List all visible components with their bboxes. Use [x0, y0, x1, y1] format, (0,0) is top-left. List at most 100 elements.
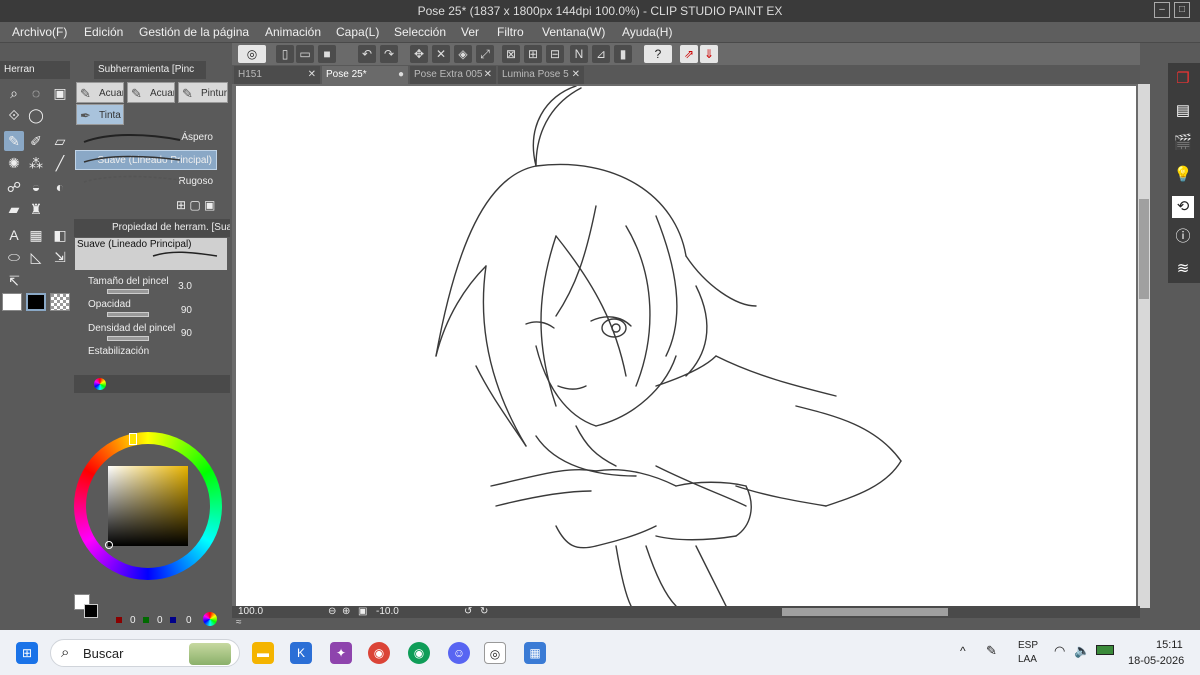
menu-filtro[interactable]: Filtro	[497, 25, 524, 39]
sync-icon[interactable]: ⟲	[1172, 196, 1194, 218]
zoom-in-icon[interactable]: ⊕	[342, 606, 350, 617]
maximize-button[interactable]: □	[1174, 2, 1190, 18]
menu-seleccion[interactable]: Selección	[394, 25, 446, 39]
color-picker-handle[interactable]	[105, 541, 113, 549]
frame-icon[interactable]: ▦	[26, 225, 46, 245]
chrome-profile-icon[interactable]: ◉	[368, 642, 390, 664]
menu-edicion[interactable]: Edición	[84, 25, 123, 39]
brush-size-value[interactable]: 3.0	[172, 281, 192, 292]
tab-h151[interactable]: H151 ✕	[234, 66, 320, 84]
clear-icon[interactable]: ✕	[432, 45, 450, 63]
vertical-scrollbar[interactable]	[1138, 84, 1150, 608]
clock-date[interactable]: 18-05-2026	[1128, 655, 1184, 667]
zoom-value[interactable]: 100.0	[238, 606, 263, 617]
copilot-icon[interactable]: ✦	[330, 642, 352, 664]
modified-dot-icon[interactable]: ●	[398, 66, 404, 84]
export-icon[interactable]: ⇓	[700, 45, 718, 63]
hue-handle[interactable]	[129, 433, 137, 445]
redo-icon[interactable]: ↷	[380, 45, 398, 63]
drawing-canvas[interactable]	[236, 86, 1136, 606]
ruler-icon[interactable]: ⊟	[546, 45, 564, 63]
rotate-left-icon[interactable]: ↺	[464, 606, 472, 617]
layer-move-icon[interactable]: ▣	[50, 83, 70, 103]
lasso-icon[interactable]: ◯	[26, 105, 46, 125]
krita-icon[interactable]: K	[290, 642, 312, 664]
language-bottom[interactable]: LAA	[1018, 654, 1037, 665]
windows-start-icon[interactable]: ⊞	[16, 642, 38, 664]
pen-icon[interactable]: ✎	[986, 643, 997, 659]
sub-color-indicator[interactable]	[84, 604, 98, 618]
rotate-right-icon[interactable]: ↻	[480, 606, 488, 617]
search-box[interactable]: ⌕ Buscar	[50, 639, 240, 667]
fill-icon[interactable]: ◈	[454, 45, 472, 63]
battery-icon[interactable]	[1096, 645, 1114, 655]
photos-icon[interactable]: ▦	[524, 642, 546, 664]
menu-gestion-pagina[interactable]: Gestión de la página	[139, 25, 249, 39]
zoom-out-icon[interactable]: ⊖	[328, 606, 336, 617]
menu-capa[interactable]: Capa(L)	[336, 25, 379, 39]
close-icon[interactable]: ✕	[572, 66, 580, 84]
tab-pose-25[interactable]: Pose 25* ●	[322, 66, 408, 84]
text-icon[interactable]: A	[4, 225, 24, 245]
wifi-icon[interactable]: ◠	[1054, 643, 1065, 659]
clip-studio-icon[interactable]: ◎	[238, 45, 266, 63]
operation-icon[interactable]: ⇲	[50, 247, 70, 267]
help-icon[interactable]: ?	[644, 45, 672, 63]
minimize-button[interactable]: –	[1154, 2, 1170, 18]
brush-size-slider[interactable]	[107, 289, 149, 294]
pen-tool-icon[interactable]: ✎	[4, 131, 24, 151]
gradient-icon[interactable]: ▰	[4, 199, 24, 219]
density-slider[interactable]	[107, 336, 149, 341]
decoration-icon[interactable]: ⁂	[26, 153, 46, 173]
density-value[interactable]: 90	[172, 328, 192, 339]
language-top[interactable]: ESP	[1018, 640, 1038, 651]
clip-studio-taskbar-icon[interactable]: ◎	[484, 642, 506, 664]
transform-icon[interactable]: ✥	[410, 45, 428, 63]
info-icon[interactable]: ⓘ	[1172, 226, 1194, 248]
ruler-tool-icon[interactable]: ◺	[26, 247, 46, 267]
collapse-icon[interactable]: ≈	[236, 617, 242, 628]
scroll-thumb[interactable]	[1139, 199, 1149, 299]
grid-icon[interactable]: ⊞	[524, 45, 542, 63]
airbrush-icon[interactable]: ✺	[4, 153, 24, 173]
subtool-actions[interactable]: ⊞ ▢ ▣	[176, 198, 215, 212]
menu-animacion[interactable]: Animación	[265, 25, 321, 39]
transparent-color-swatch[interactable]	[50, 293, 70, 311]
select-icon[interactable]: ⟐	[4, 105, 24, 125]
color-saturation-square[interactable]	[108, 466, 188, 546]
menu-ventana[interactable]: Ventana(W)	[542, 25, 605, 39]
discord-icon[interactable]: ☺	[448, 642, 470, 664]
layers-icon[interactable]: ≋	[1172, 258, 1194, 280]
brush-icon[interactable]: ╱	[50, 153, 70, 173]
expand-icon[interactable]: ⤢	[476, 45, 494, 63]
subtool-acuarela-2[interactable]: ✎ Acuar	[127, 82, 175, 103]
share-icon[interactable]: ⇗	[680, 45, 698, 63]
sub-color-swatch[interactable]	[26, 293, 46, 311]
snap-grid-icon[interactable]: ▮	[614, 45, 632, 63]
snap-ruler-icon[interactable]: N	[570, 45, 588, 63]
tab-pose-extra[interactable]: Pose Extra 005 ✕	[410, 66, 496, 84]
gradient-fill-icon[interactable]: ◧	[50, 225, 70, 245]
chevron-up-icon[interactable]: ^	[960, 644, 966, 658]
new-file-icon[interactable]: ▯	[276, 45, 294, 63]
color-mixer-icon[interactable]	[203, 612, 217, 626]
figure-icon[interactable]: ⬭	[4, 247, 24, 267]
opacity-slider[interactable]	[107, 312, 149, 317]
dropper-icon[interactable]: ◐	[50, 177, 70, 197]
fit-icon[interactable]: ▣	[358, 606, 367, 617]
fill-bucket-icon[interactable]: ◒	[26, 177, 46, 197]
layer-panel-icon[interactable]: ❐	[1172, 68, 1194, 90]
subtool-tinta[interactable]: ✒ Tinta	[76, 104, 124, 125]
volume-icon[interactable]: 🔈	[1074, 643, 1090, 659]
save-icon[interactable]: ■	[318, 45, 336, 63]
close-icon[interactable]: ✕	[308, 66, 316, 84]
navigator-icon[interactable]: ▤	[1172, 100, 1194, 122]
main-color-swatch[interactable]	[2, 293, 22, 311]
zoom-icon[interactable]: ⌕	[4, 83, 24, 103]
color-wheel-tab-icon[interactable]	[94, 378, 106, 390]
angle-value[interactable]: -10.0	[376, 606, 399, 617]
subtool-pintura[interactable]: ✎ Pintur	[178, 82, 228, 103]
crop-icon[interactable]: ⊠	[502, 45, 520, 63]
horizontal-scroll-thumb[interactable]	[782, 608, 948, 616]
correct-line-icon[interactable]: ↸	[4, 271, 24, 291]
